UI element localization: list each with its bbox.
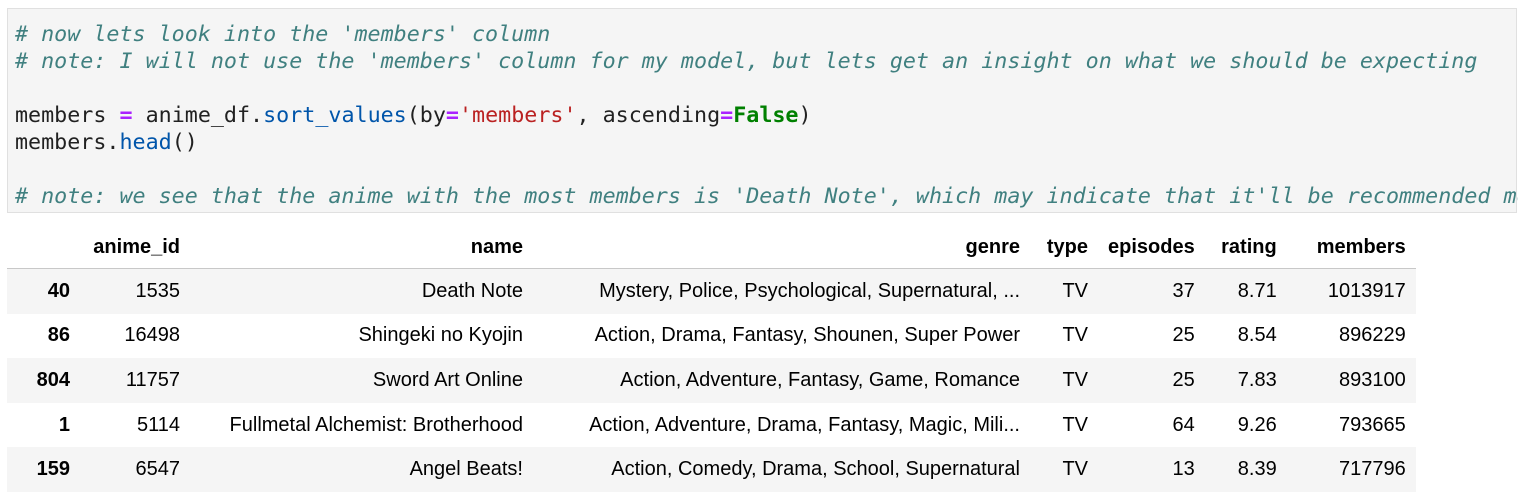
cell-genre: Action, Adventure, Fantasy, Game, Romanc… [620, 368, 1020, 391]
code-comment-line1: # now lets look into the 'members' colum… [15, 22, 551, 47]
header-anime-id: anime_id [80, 226, 190, 269]
row-index: 40 [47, 279, 70, 302]
cell-rating: 7.83 [1237, 368, 1277, 391]
cell-members: 717796 [1338, 458, 1406, 481]
cell-type: TV [1062, 279, 1088, 302]
row-index: 804 [36, 368, 70, 391]
cell-genre: Action, Adventure, Drama, Fantasy, Magic… [589, 413, 1020, 436]
cell-episodes: 13 [1172, 458, 1195, 481]
header-episodes: episodes [1098, 226, 1205, 269]
cell-type: TV [1062, 368, 1088, 391]
code-cell-input[interactable]: # now lets look into the 'members' colum… [7, 8, 1518, 213]
cell-name: Angel Beats! [409, 458, 523, 481]
table-row: 86 16498 Shingeki no Kyojin Action, Dram… [7, 314, 1416, 359]
cell-members: 896229 [1338, 324, 1406, 347]
header-name: name [190, 226, 533, 269]
cell-rating: 8.54 [1237, 324, 1277, 347]
cell-members: 893100 [1338, 368, 1406, 391]
code-string: 'members' [458, 103, 577, 128]
cell-rating: 9.26 [1237, 413, 1277, 436]
cell-anime-id: 6547 [135, 458, 181, 481]
code-arg: (by [406, 103, 446, 128]
cell-type: TV [1062, 324, 1088, 347]
cell-episodes: 25 [1172, 368, 1195, 391]
cell-members: 793665 [1338, 413, 1406, 436]
code-method: sort_values [263, 103, 407, 128]
cell-anime-id: 11757 [125, 368, 180, 391]
cell-genre: Mystery, Police, Psychological, Supernat… [599, 279, 1020, 302]
header-rating: rating [1204, 226, 1287, 269]
header-genre: genre [533, 226, 1030, 269]
code-comment-line7: # note: we see that the anime with the m… [15, 184, 1518, 209]
code-paren: () [171, 130, 198, 155]
cell-name: Fullmetal Alchemist: Brotherhood [229, 413, 523, 436]
cell-anime-id: 5114 [136, 413, 180, 436]
cell-episodes: 37 [1172, 279, 1195, 302]
code-method: head [119, 130, 172, 155]
header-index [7, 226, 80, 269]
cell-members: 1013917 [1327, 279, 1406, 302]
cell-anime-id: 16498 [124, 324, 180, 347]
cell-rating: 8.39 [1237, 458, 1277, 481]
cell-genre: Action, Comedy, Drama, School, Supernatu… [611, 458, 1020, 481]
header-members: members [1286, 226, 1416, 269]
code-paren: ) [798, 103, 812, 128]
code-keyword: False [733, 103, 799, 128]
cell-genre: Action, Drama, Fantasy, Shounen, Super P… [594, 324, 1020, 347]
code-arg: , ascending [576, 103, 721, 128]
table-row: 804 11757 Sword Art Online Action, Adven… [7, 358, 1416, 403]
code-editor[interactable]: # now lets look into the 'members' colum… [8, 9, 1518, 210]
code-operator: = [445, 103, 459, 128]
code-line4: members = anime_df.sort_values(by='membe… [15, 103, 812, 128]
table-row: 1 5114 Fullmetal Alchemist: Brotherhood … [7, 403, 1416, 448]
cell-name: Sword Art Online [372, 368, 523, 391]
row-index: 86 [47, 324, 70, 347]
cell-anime-id: 1535 [135, 279, 181, 302]
cell-rating: 8.71 [1237, 279, 1277, 302]
cell-episodes: 64 [1172, 413, 1195, 436]
code-operator: = [119, 103, 133, 128]
code-var: members [15, 103, 120, 128]
cell-type: TV [1062, 458, 1088, 481]
table-row: 40 1535 Death Note Mystery, Police, Psyc… [7, 268, 1416, 314]
dataframe-table: anime_id name genre type episodes rating… [7, 226, 1416, 492]
cell-output: anime_id name genre type episodes rating… [7, 226, 1416, 492]
table-row: 159 6547 Angel Beats! Action, Comedy, Dr… [7, 447, 1416, 492]
header-type: type [1030, 226, 1098, 269]
cell-type: TV [1062, 413, 1088, 436]
row-index: 159 [36, 458, 70, 481]
code-line5: members.head() [15, 130, 198, 155]
cell-name: Shingeki no Kyojin [358, 324, 523, 347]
code-comment-line2: # note: I will not use the 'members' col… [15, 49, 1478, 74]
table-header-row: anime_id name genre type episodes rating… [7, 226, 1416, 269]
cell-episodes: 25 [1172, 324, 1195, 347]
cell-name: Death Note [421, 279, 523, 302]
code-object: anime_df. [132, 103, 264, 128]
code-operator: = [720, 103, 734, 128]
code-object: members. [15, 130, 120, 155]
row-index: 1 [58, 413, 70, 436]
